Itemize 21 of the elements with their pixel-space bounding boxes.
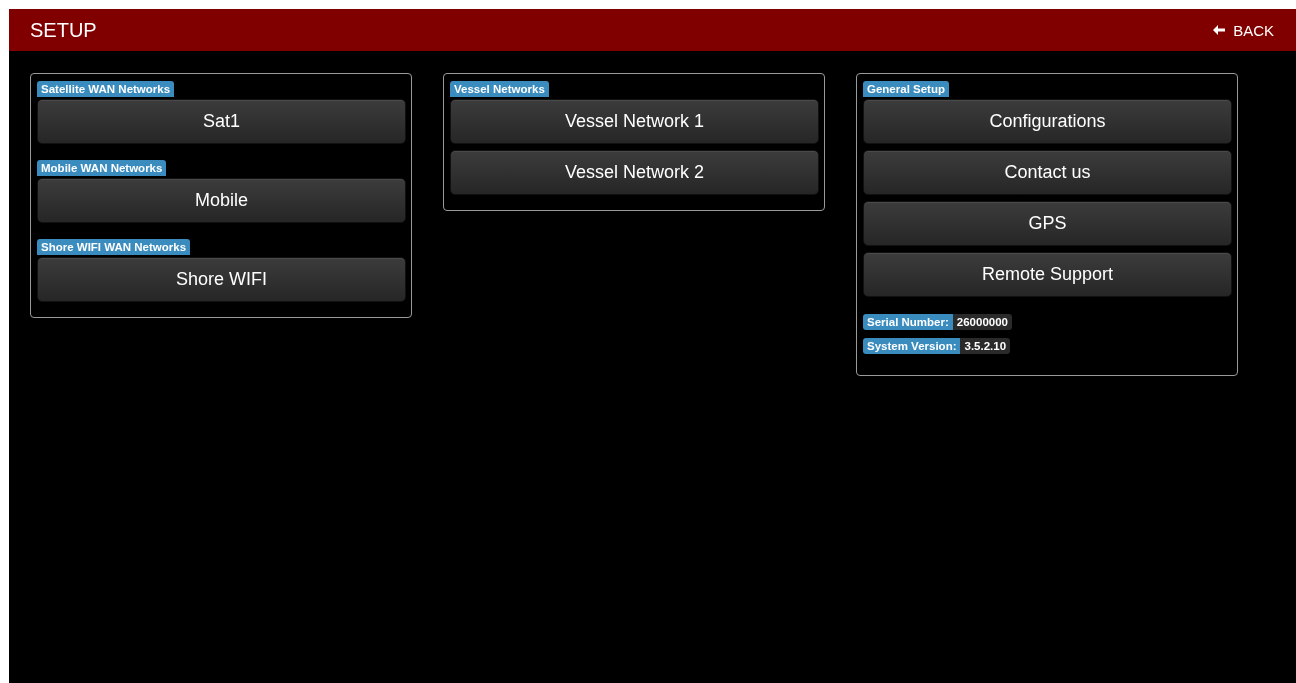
page-title: SETUP <box>30 18 97 42</box>
menu-button[interactable]: Shore WIFI <box>37 257 406 302</box>
info-value: 3.5.2.10 <box>960 338 1011 354</box>
menu-button[interactable]: Remote Support <box>863 252 1232 297</box>
menu-button[interactable]: Vessel Network 1 <box>450 99 819 144</box>
menu-button[interactable]: Sat1 <box>37 99 406 144</box>
back-link[interactable]: BACK <box>1213 21 1274 39</box>
section-label: Shore WIFI WAN Networks <box>37 239 191 255</box>
section-label: Satellite WAN Networks <box>37 81 175 97</box>
section-label: Vessel Networks <box>450 81 549 97</box>
menu-button[interactable]: Contact us <box>863 150 1232 195</box>
menu-button[interactable]: Vessel Network 2 <box>450 150 819 195</box>
menu-button[interactable]: Mobile <box>37 178 406 223</box>
left-arrow-icon <box>1213 25 1226 35</box>
section-label: Mobile WAN Networks <box>37 160 167 176</box>
info-label: Serial Number: <box>863 314 953 330</box>
info-value: 26000000 <box>952 314 1012 330</box>
info-label: System Version: <box>863 338 961 354</box>
menu-button[interactable]: GPS <box>863 201 1232 246</box>
section-label: General Setup <box>863 81 949 97</box>
menu-button[interactable]: Configurations <box>863 99 1232 144</box>
